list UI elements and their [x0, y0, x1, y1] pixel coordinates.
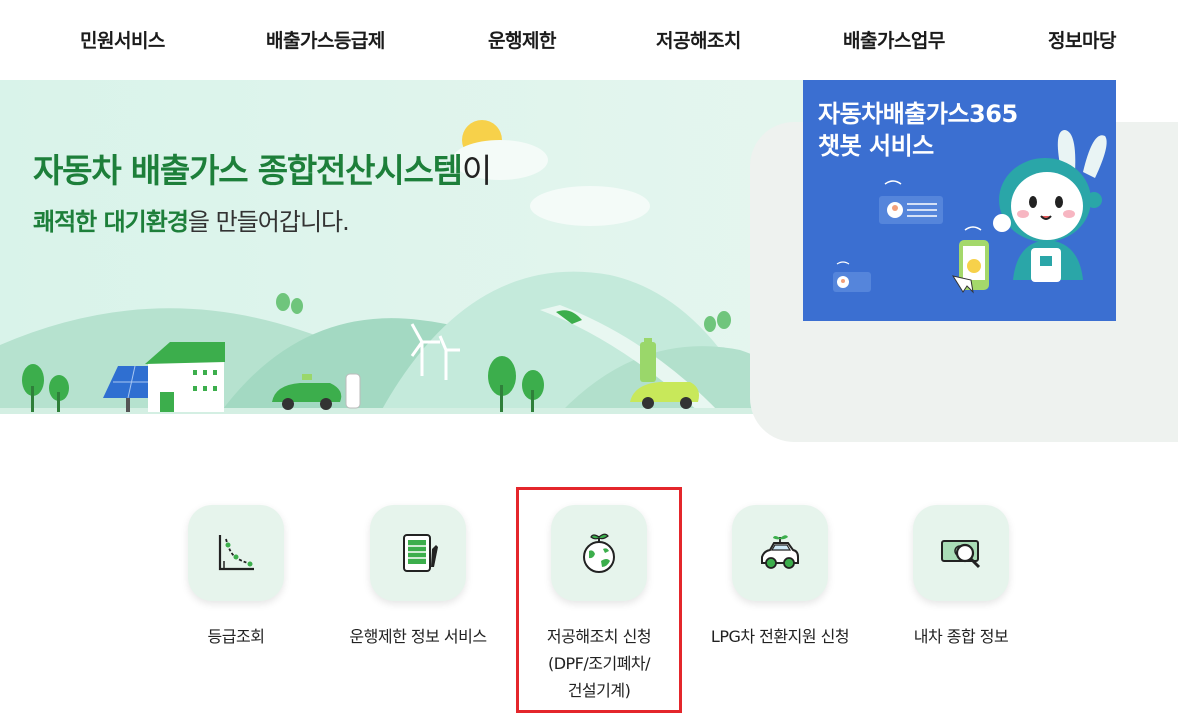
quick-label: 운행제한 정보 서비스: [349, 627, 487, 646]
quick-label: 등급조회: [207, 627, 265, 646]
top-navigation: 민원서비스 배출가스등급제 운행제한 저공해조치 배출가스업무 정보마당: [0, 0, 1178, 80]
hero-subtitle-tail: 을 만들어갑니다.: [187, 208, 350, 236]
hero-title-tail: 이: [461, 151, 492, 190]
hero-subtitle-accent: 쾌적한 대기환경: [33, 208, 189, 236]
chart-curve-icon: [218, 535, 254, 571]
nav-item-info-board[interactable]: 정보마당: [1048, 26, 1116, 53]
eco-car-icon: [761, 535, 799, 569]
battery-document-icon: [403, 534, 438, 572]
quick-label: 내차 종합 정보: [913, 627, 1009, 646]
chatbot-banner[interactable]: 자동차배출가스365 챗봇 서비스: [803, 80, 1116, 321]
hero-subtitle: 쾌적한 대기환경을 만들어갑니다.: [33, 202, 350, 237]
nav-item-driving-restriction[interactable]: 운행제한: [488, 26, 556, 53]
chatbot-title-line1: 자동차배출가스365: [818, 100, 1018, 128]
quick-icon-box: [913, 505, 1009, 601]
chatbot-title: 자동차배출가스365 챗봇 서비스: [818, 98, 1018, 162]
quick-icon-box: [370, 505, 466, 601]
chatbot-title-line2: 챗봇 서비스: [818, 132, 934, 160]
nav-item-emission-work[interactable]: 배출가스업무: [843, 26, 945, 53]
nav-item-low-emission[interactable]: 저공해조치: [656, 26, 741, 53]
money-search-icon: [941, 540, 981, 569]
quick-label: LPG차 전환지원 신청: [710, 627, 850, 646]
nav-item-emission-grade[interactable]: 배출가스등급제: [266, 26, 385, 53]
hero-title: 자동차 배출가스 종합전산시스템이: [33, 144, 492, 192]
quick-icon-box: [188, 505, 284, 601]
quick-icon-box: [732, 505, 828, 601]
nav-item-civil-service[interactable]: 민원서비스: [80, 26, 165, 53]
hero-title-accent: 자동차 배출가스 종합전산시스템: [33, 151, 463, 190]
highlight-box: [516, 487, 682, 713]
